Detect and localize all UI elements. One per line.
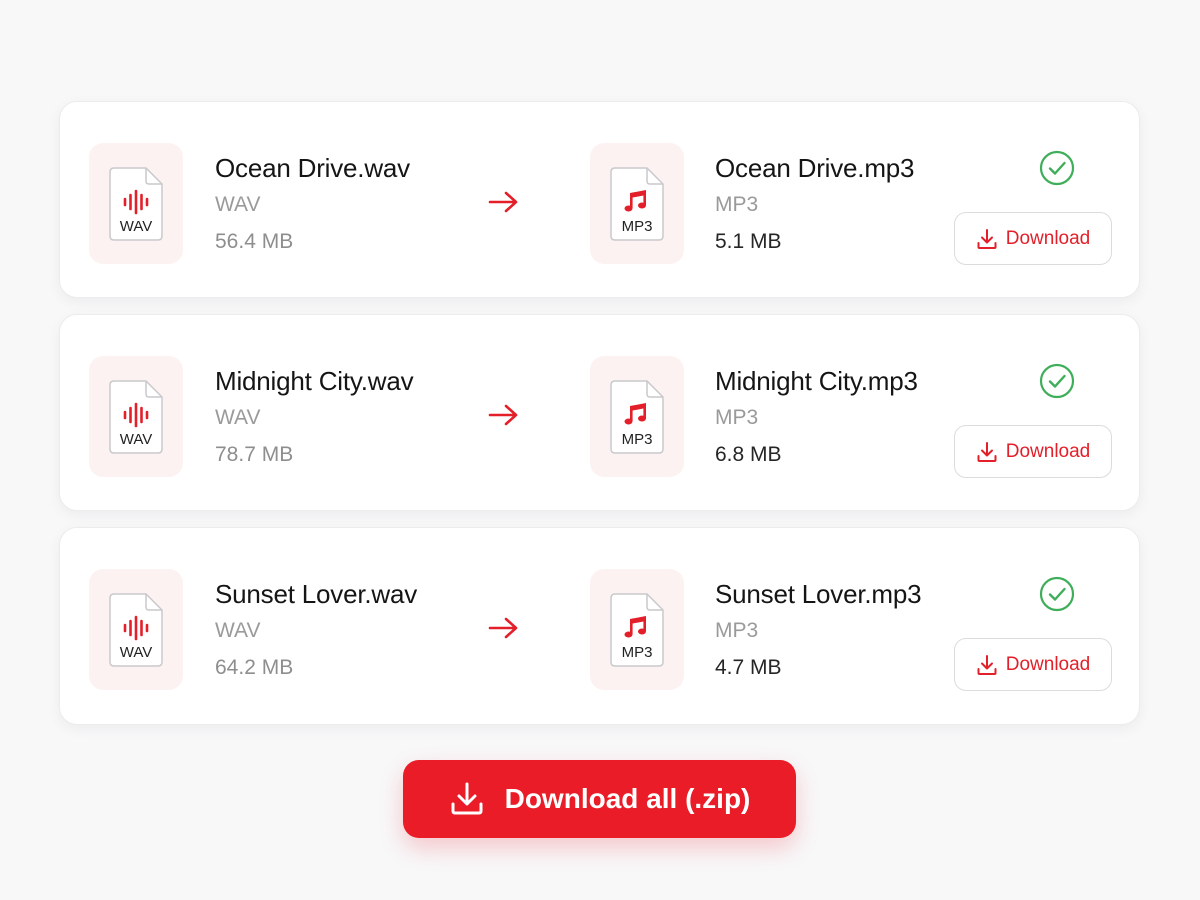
source-file-tile: WAV (89, 143, 183, 264)
file-type-badge: WAV (120, 431, 153, 448)
output-file-name: Ocean Drive.mp3 (715, 153, 915, 183)
file-conversion-card: WAV Sunset Lover.wav WAV 64.2 MB MP3 Sun… (59, 527, 1140, 725)
download-icon (977, 441, 997, 462)
output-file-tile: MP3 (590, 143, 684, 264)
file-type-badge: MP3 (622, 218, 653, 235)
download-button[interactable]: Download (954, 212, 1112, 265)
arrow-right-icon (488, 404, 518, 426)
music-note-file-icon: MP3 (610, 166, 664, 241)
check-circle-icon (1039, 576, 1075, 612)
download-all-label: Download all (.zip) (504, 783, 751, 814)
file-type-badge: MP3 (622, 644, 653, 661)
converted-files-page: WAV Ocean Drive.wav WAV 56.4 MB MP3 Ocea… (0, 0, 1200, 900)
output-file-size: 6.8 MB (715, 443, 782, 466)
source-file-tile: WAV (89, 356, 183, 477)
download-icon (977, 228, 997, 249)
download-button-label: Download (1005, 653, 1091, 675)
source-file-info: Midnight City.wav WAV 78.7 MB (215, 365, 414, 468)
output-file-name: Sunset Lover.mp3 (715, 579, 922, 609)
file-type-badge: WAV (120, 218, 153, 235)
audio-waveform-file-icon: WAV (109, 166, 163, 241)
source-file-size: 64.2 MB (215, 656, 294, 679)
output-file-type: MP3 (715, 619, 759, 642)
output-file-type: MP3 (715, 193, 759, 216)
download-button[interactable]: Download (954, 638, 1112, 691)
download-button[interactable]: Download (954, 425, 1112, 478)
source-file-name: Ocean Drive.wav (215, 153, 410, 183)
output-file-size: 4.7 MB (715, 656, 782, 679)
download-button-label: Download (1005, 440, 1091, 462)
source-file-name: Sunset Lover.wav (215, 579, 418, 609)
file-type-badge: MP3 (622, 431, 653, 448)
audio-waveform-file-icon: WAV (109, 379, 163, 454)
output-file-type: MP3 (715, 406, 759, 429)
output-file-name: Midnight City.mp3 (715, 366, 918, 396)
source-file-info: Sunset Lover.wav WAV 64.2 MB (215, 578, 417, 681)
source-file-info: Ocean Drive.wav WAV 56.4 MB (215, 152, 410, 255)
arrow-right-icon (488, 617, 518, 639)
output-file-info: Ocean Drive.mp3 MP3 5.1 MB (715, 152, 915, 255)
check-circle-icon (1039, 363, 1075, 399)
music-note-file-icon: MP3 (610, 592, 664, 667)
download-button-label: Download (1005, 227, 1091, 249)
source-file-type: WAV (215, 193, 261, 216)
source-file-size: 78.7 MB (215, 443, 294, 466)
output-file-size: 5.1 MB (715, 230, 782, 253)
download-icon (451, 782, 483, 815)
source-file-name: Midnight City.wav (215, 366, 414, 396)
source-file-size: 56.4 MB (215, 230, 294, 253)
source-file-tile: WAV (89, 569, 183, 690)
source-file-type: WAV (215, 406, 261, 429)
audio-waveform-file-icon: WAV (109, 592, 163, 667)
source-file-type: WAV (215, 619, 261, 642)
file-type-badge: WAV (120, 644, 153, 661)
output-file-info: Midnight City.mp3 MP3 6.8 MB (715, 365, 918, 468)
output-file-tile: MP3 (590, 356, 684, 477)
check-circle-icon (1039, 150, 1075, 186)
file-conversion-card: WAV Ocean Drive.wav WAV 56.4 MB MP3 Ocea… (59, 101, 1140, 298)
output-file-tile: MP3 (590, 569, 684, 690)
music-note-file-icon: MP3 (610, 379, 664, 454)
download-icon (977, 654, 997, 675)
arrow-right-icon (488, 191, 518, 213)
download-all-button[interactable]: Download all (.zip) (403, 760, 796, 838)
output-file-info: Sunset Lover.mp3 MP3 4.7 MB (715, 578, 922, 681)
file-conversion-card: WAV Midnight City.wav WAV 78.7 MB MP3 Mi… (59, 314, 1140, 511)
